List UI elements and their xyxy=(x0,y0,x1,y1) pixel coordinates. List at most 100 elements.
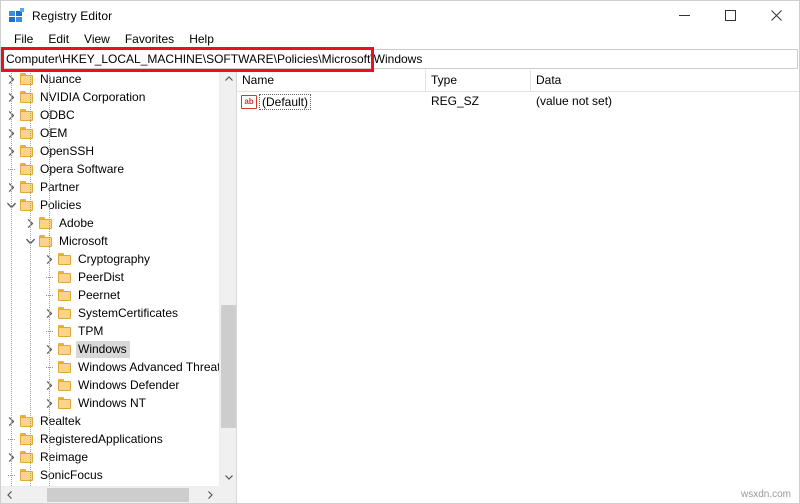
tree-item-label: Partner xyxy=(40,179,80,194)
value-data-cell: (value not set) xyxy=(536,94,613,108)
folder-icon xyxy=(57,395,73,411)
column-header-data[interactable]: Data xyxy=(531,70,799,91)
tree-item-label: Reimage xyxy=(40,449,89,464)
scrollbar-corner xyxy=(219,486,236,503)
folder-icon xyxy=(57,287,73,303)
scroll-down-icon[interactable] xyxy=(220,469,236,486)
folder-icon xyxy=(38,233,54,249)
tree-vertical-scrollbar[interactable] xyxy=(219,70,236,486)
folder-icon xyxy=(19,125,35,141)
tree-item-label: Realtek xyxy=(40,413,81,428)
folder-icon xyxy=(19,107,35,123)
tree-item[interactable]: PeerDist xyxy=(1,268,219,286)
tree-item[interactable]: NVIDIA Corporation xyxy=(1,88,219,106)
folder-icon xyxy=(57,251,73,267)
tree-item-label: OEM xyxy=(40,125,68,140)
menu-item-file[interactable]: File xyxy=(8,31,41,48)
tree-item[interactable]: OpenSSH xyxy=(1,142,219,160)
column-header-type[interactable]: Type xyxy=(426,70,531,91)
tree-item-label: Microsoft xyxy=(59,233,108,248)
folder-icon xyxy=(38,215,54,231)
tree-item[interactable]: Reimage xyxy=(1,448,219,466)
menu-bar: File Edit View Favorites Help xyxy=(1,30,799,49)
menu-item-view[interactable]: View xyxy=(78,31,118,48)
tree-item[interactable]: ODBC xyxy=(1,106,219,124)
values-column-header: Name Type Data xyxy=(237,70,799,92)
tree-item[interactable]: OEM xyxy=(1,124,219,142)
scroll-right-icon[interactable] xyxy=(202,487,219,503)
values-list[interactable]: ab (Default) REG_SZ (value not set) xyxy=(237,92,799,111)
folder-icon xyxy=(19,449,35,465)
tree-item-label: ODBC xyxy=(40,107,75,122)
tree-item-label: Windows xyxy=(76,340,130,358)
tree-item[interactable]: SystemCertificates xyxy=(1,304,219,322)
value-name-label: (Default) xyxy=(259,93,312,110)
tree-item-label: OpenSSH xyxy=(40,143,95,158)
registry-path-input[interactable]: Computer\HKEY_LOCAL_MACHINE\SOFTWARE\Pol… xyxy=(2,49,798,69)
scroll-up-icon[interactable] xyxy=(220,70,236,87)
tree-horizontal-scrollbar[interactable] xyxy=(1,486,219,503)
tree-guide-line xyxy=(49,70,51,486)
tree-item[interactable]: SonicFocus xyxy=(1,466,219,484)
folder-icon xyxy=(19,161,35,177)
tree-item[interactable]: Microsoft xyxy=(1,232,219,250)
tree-item[interactable]: Windows Defender xyxy=(1,376,219,394)
scroll-left-icon[interactable] xyxy=(1,487,18,503)
tree-item-label: SystemCertificates xyxy=(78,305,179,320)
tree-item-label: Adobe xyxy=(59,215,94,230)
tree-item-label: Nuance xyxy=(40,71,82,86)
tree-item[interactable]: Opera Software xyxy=(1,160,219,178)
tree-item-label: Peernet xyxy=(78,287,121,302)
registry-editor-icon xyxy=(9,7,25,24)
tree-item-label: RegisteredApplications xyxy=(40,431,163,446)
title-bar: Registry Editor xyxy=(1,1,799,30)
tree-item[interactable]: Windows NT xyxy=(1,394,219,412)
folder-icon xyxy=(19,413,35,429)
folder-icon xyxy=(19,179,35,195)
tree-item[interactable]: TPM xyxy=(1,322,219,340)
tree-item[interactable]: Windows Advanced Threat Protection xyxy=(1,358,219,376)
menu-item-help[interactable]: Help xyxy=(183,31,222,48)
menu-item-favorites[interactable]: Favorites xyxy=(119,31,182,48)
folder-icon xyxy=(57,341,73,357)
folder-icon xyxy=(19,431,35,447)
registry-tree[interactable]: Nuance NVIDIA Corporation ODBC OEM OpenSSH Op… xyxy=(1,70,219,486)
tree-item-label: Windows Advanced Threat Protection xyxy=(78,359,219,374)
registry-tree-panel: Nuance NVIDIA Corporation ODBC OEM OpenSSH Op… xyxy=(1,70,237,503)
column-header-name[interactable]: Name xyxy=(237,70,426,91)
tree-vertical-scroll-thumb[interactable] xyxy=(221,305,236,428)
maximize-button[interactable] xyxy=(707,1,753,30)
tree-item-label: Windows Defender xyxy=(78,377,180,392)
folder-icon xyxy=(19,197,35,213)
watermark: wsxdn.com xyxy=(740,489,791,500)
registry-values-panel: Name Type Data ab (Default) REG_SZ (value n… xyxy=(237,70,799,503)
address-bar-container: Computer\HKEY_LOCAL_MACHINE\SOFTWARE\Pol… xyxy=(1,47,799,72)
minimize-button[interactable] xyxy=(661,1,707,30)
table-row[interactable]: ab (Default) REG_SZ (value not set) xyxy=(237,92,799,111)
tree-item[interactable]: Nuance xyxy=(1,70,219,88)
tree-item-label: TPM xyxy=(78,323,104,338)
tree-item[interactable]: Peernet xyxy=(1,286,219,304)
tree-item-label: PeerDist xyxy=(78,269,125,284)
tree-item[interactable]: Windows xyxy=(1,340,219,358)
tree-guide-line xyxy=(30,70,32,486)
tree-item[interactable]: Policies xyxy=(1,196,219,214)
tree-item[interactable]: Realtek xyxy=(1,412,219,430)
tree-item[interactable]: RegisteredApplications xyxy=(1,430,219,448)
folder-icon xyxy=(19,71,35,87)
folder-icon xyxy=(57,323,73,339)
folder-icon xyxy=(19,89,35,105)
tree-item[interactable]: Cryptography xyxy=(1,250,219,268)
tree-guide-line xyxy=(11,70,13,486)
tree-item[interactable]: Partner xyxy=(1,178,219,196)
folder-icon xyxy=(57,305,73,321)
tree-item[interactable]: Adobe xyxy=(1,214,219,232)
window-title: Registry Editor xyxy=(32,8,113,23)
tree-horizontal-scroll-thumb[interactable] xyxy=(47,488,189,502)
close-button[interactable] xyxy=(753,1,799,30)
menu-item-edit[interactable]: Edit xyxy=(42,31,77,48)
folder-icon xyxy=(57,377,73,393)
value-name-cell[interactable]: ab (Default) xyxy=(237,92,426,111)
folder-icon xyxy=(57,269,73,285)
value-type-cell: REG_SZ xyxy=(431,94,480,108)
